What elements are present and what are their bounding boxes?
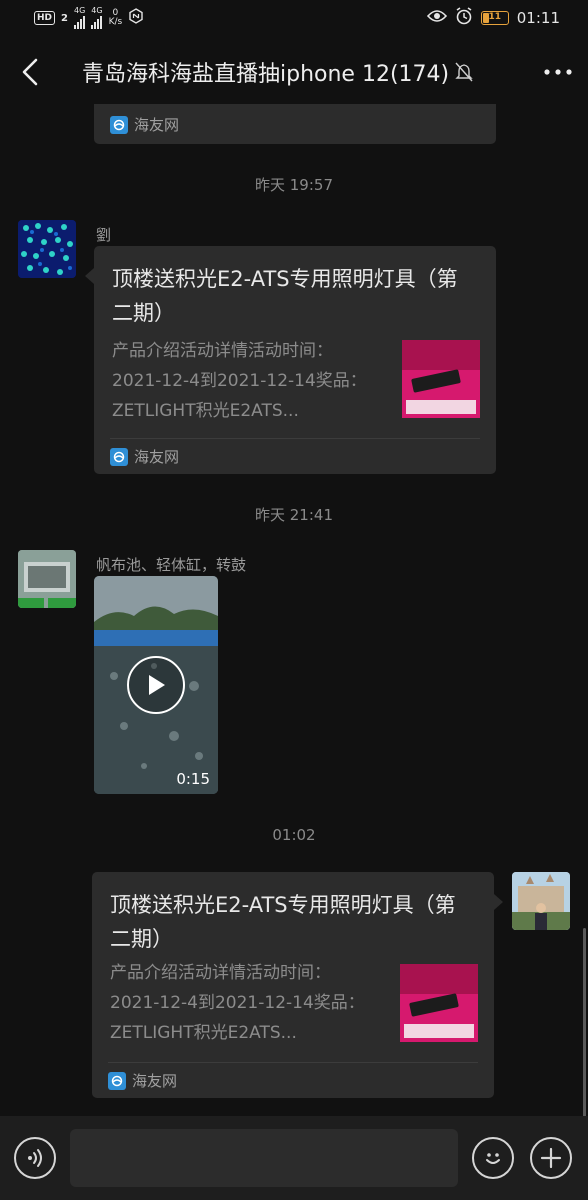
card-title: 顶楼送积光E2-ATS专用照明灯具（第二期） [112,267,458,325]
card-thumbnail [402,340,480,418]
time-separator: 01:02 [272,826,316,844]
alarm-icon [455,7,473,29]
card-description: 产品介绍活动详情活动时间：2021-12-4到2021-12-14奖品：ZETL… [110,963,365,1043]
sim1-tag: 2 [61,12,68,24]
status-bar: HD 2 4G 4G 0 K/s 11 01:11 [0,0,588,36]
scrollbar[interactable] [583,928,586,1116]
avatar[interactable] [18,550,76,608]
hd-badge: HD [34,11,56,25]
avatar[interactable] [18,220,76,278]
play-button[interactable] [127,656,185,714]
chat-title: 青岛海科海盐直播抽iphone 12(174) [82,62,450,87]
chat-area[interactable]: 海友网 昨天 19:57 劉 顶楼送积光E2-ATS专用照明灯具（第二期） 产品… [0,104,588,1116]
message-input[interactable] [70,1129,458,1187]
time-separator: 昨天 21:41 [255,506,333,524]
card-source: 海友网 [108,1070,177,1091]
card-thumbnail [400,964,478,1042]
more-icon [544,69,572,75]
status-time: 01:11 [516,9,560,27]
back-arrow-icon [22,58,38,86]
signal-2-icon: 4G [91,7,103,29]
link-card[interactable]: 顶楼送积光E2-ATS专用照明灯具（第二期） 产品介绍活动详情活动时间：2021… [85,246,496,474]
link-card[interactable]: 顶楼送积光E2-ATS专用照明灯具（第二期） 产品介绍活动详情活动时间：2021… [92,872,503,1098]
self-avatar[interactable] [512,872,570,930]
back-button[interactable] [0,40,60,104]
eye-icon [426,9,447,27]
haiyou-logo-icon [110,115,128,134]
plus-button[interactable] [530,1137,572,1179]
network-speed: 0 K/s [108,8,123,27]
input-bar [0,1116,588,1200]
card-description: 产品介绍活动详情活动时间：2021-12-4到2021-12-14奖品：ZETL… [112,341,367,421]
card-source: 海友网 [110,446,179,467]
product-thumbnail-image [400,964,478,1042]
self-avatar-image [512,872,570,930]
plus-icon [540,1147,562,1169]
bell-off-icon [453,61,475,83]
emoji-button[interactable] [472,1137,514,1179]
haiyou-logo-icon [110,447,128,466]
link-card-partial[interactable]: 海友网 [94,104,496,144]
sender-name: 劉 [96,226,112,244]
play-icon [149,675,165,695]
title-bar: 青岛海科海盐直播抽iphone 12(174) [0,40,588,104]
video-duration: 0:15 [176,770,210,788]
emoji-icon [486,1153,500,1164]
voice-button[interactable] [14,1137,56,1179]
nfc-icon [128,8,144,28]
coral-avatar-image [18,220,76,278]
card-title: 顶楼送积光E2-ATS专用照明灯具（第二期） [110,893,456,951]
battery-icon: 11 [480,11,509,25]
signal-1-icon: 4G [73,7,85,29]
more-button[interactable] [528,40,588,104]
sender-name: 帆布池、轻体缸，转鼓 [96,556,247,574]
product-thumbnail-image [402,340,480,418]
card-source: 海友网 [110,114,179,135]
time-separator: 昨天 19:57 [255,176,333,194]
voice-icon [28,1149,42,1167]
video-message[interactable]: 0:15 [94,576,218,794]
tank-avatar-image [18,550,76,608]
haiyou-logo-icon [108,1071,126,1090]
